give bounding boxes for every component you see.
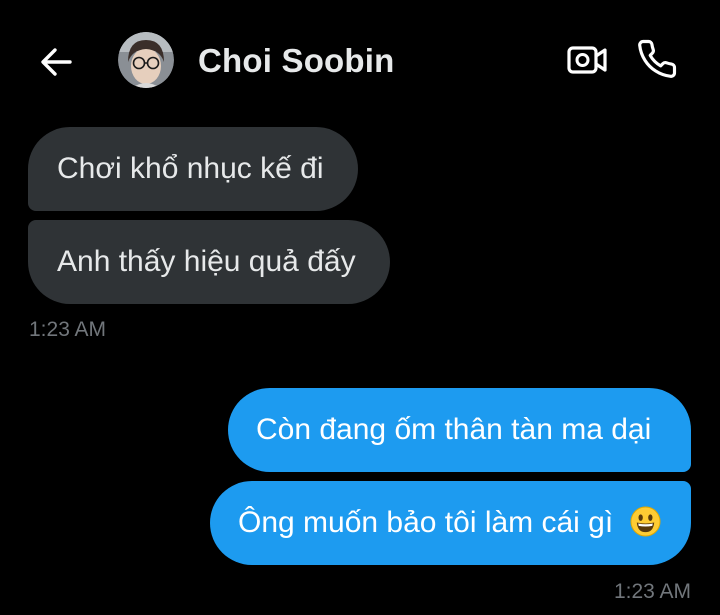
video-call-button[interactable] xyxy=(565,40,609,80)
arrow-left-icon xyxy=(41,48,72,76)
message-timestamp: 1:23 AM xyxy=(29,318,107,341)
contact-name[interactable]: Choi Soobin xyxy=(198,42,395,80)
message-text: Còn đang ốm thân tàn ma dại xyxy=(256,413,652,446)
message-text: Ông muốn bảo tôi làm cái gì xyxy=(238,506,614,539)
message-timestamp: 1:23 AM xyxy=(613,580,691,603)
message-text: Chơi khổ nhục kế đi xyxy=(57,152,324,185)
conversation-header: Choi Soobin xyxy=(0,0,720,118)
incoming-message[interactable]: Anh thấy hiệu quả đấy xyxy=(28,220,390,304)
outgoing-message[interactable]: Còn đang ốm thân tàn ma dại xyxy=(228,388,691,472)
message-text: Anh thấy hiệu quả đấy xyxy=(57,245,356,278)
phone-icon xyxy=(638,39,677,78)
phone-call-button[interactable] xyxy=(636,38,678,80)
video-call-icon xyxy=(567,46,607,74)
incoming-message[interactable]: Chơi khổ nhục kế đi xyxy=(28,127,358,211)
back-button[interactable] xyxy=(36,42,76,82)
profile-photo xyxy=(118,32,174,88)
avatar[interactable] xyxy=(118,32,174,88)
grinning-face-emoji xyxy=(630,486,661,537)
outgoing-message[interactable]: Ông muốn bảo tôi làm cái gì xyxy=(210,481,691,565)
